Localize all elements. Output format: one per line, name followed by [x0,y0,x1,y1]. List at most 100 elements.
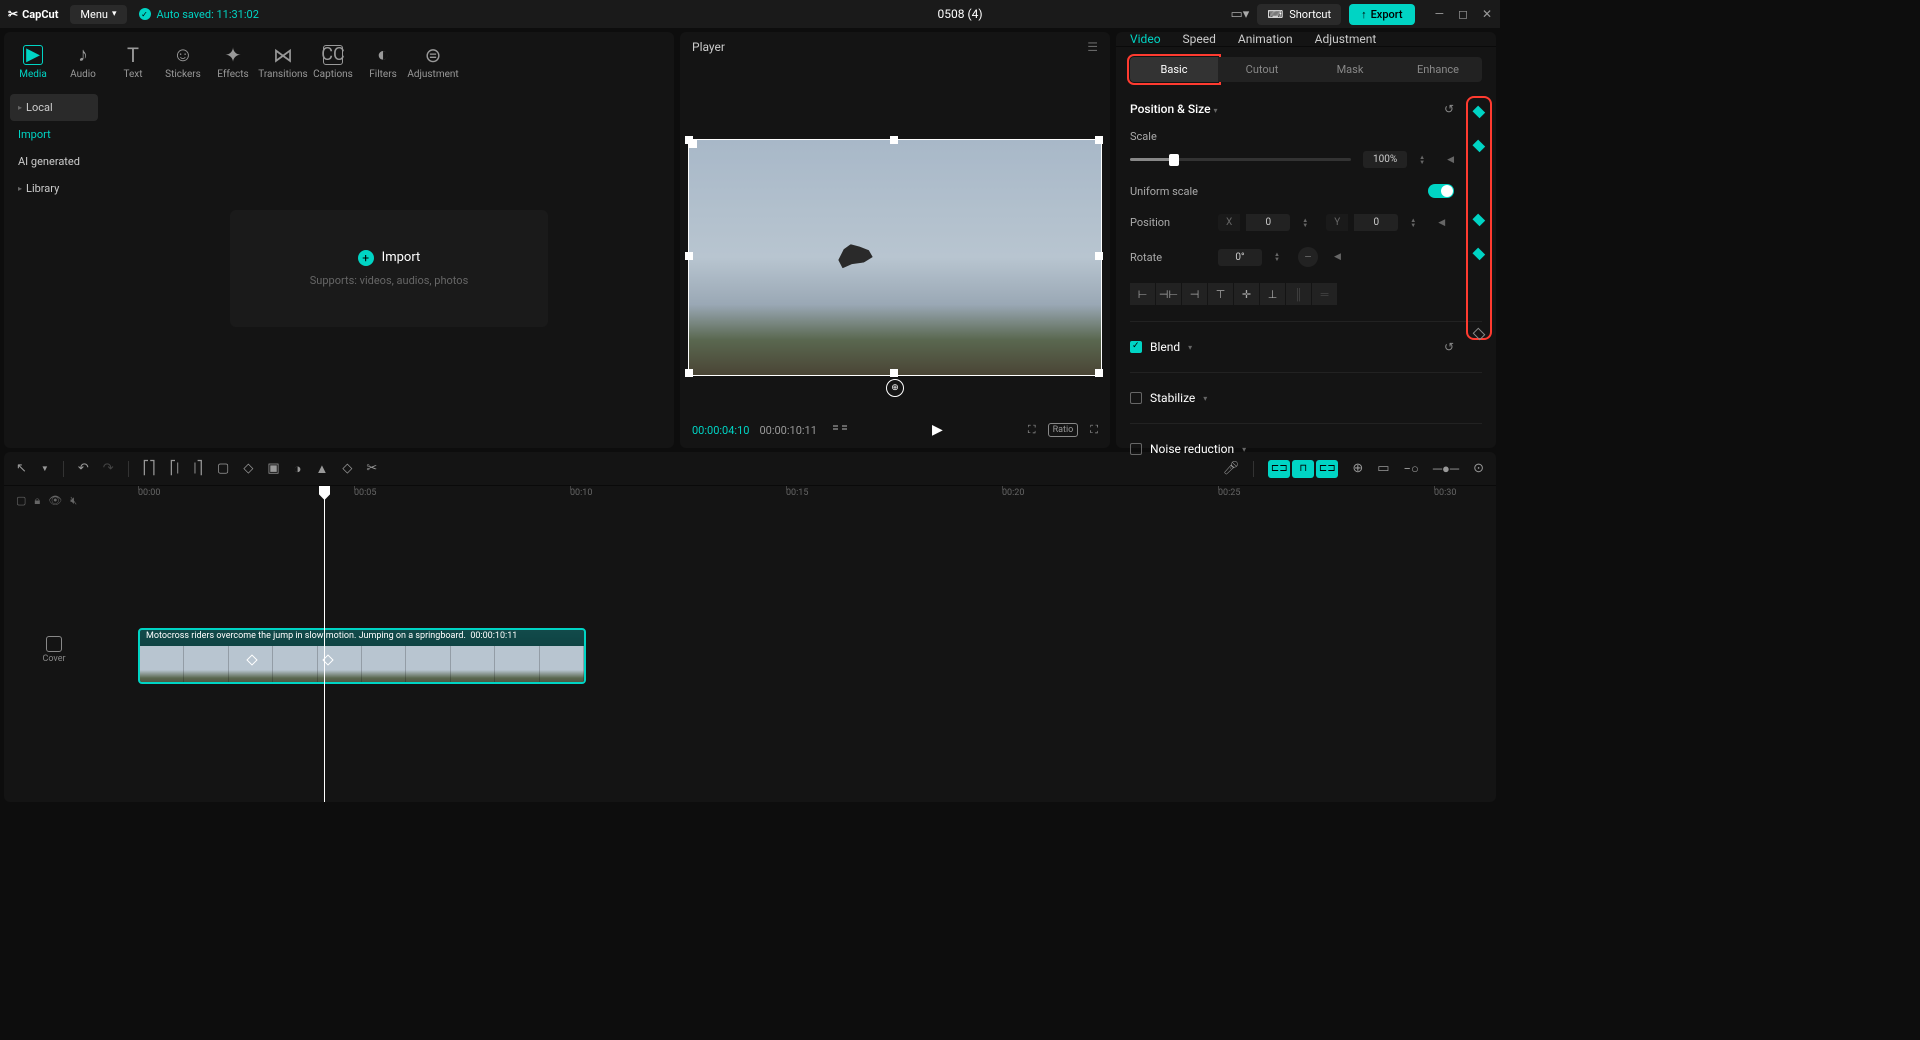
keyframe-scale[interactable] [1473,139,1485,151]
tab-text[interactable]: TText [108,36,158,88]
import-subtitle: Supports: videos, audios, photos [310,274,469,287]
close-button[interactable]: ✕ [1482,7,1492,21]
track-mute-icon[interactable]: 🔇︎ [70,494,77,508]
sub-tab-cutout[interactable]: Cutout [1218,57,1306,82]
redo-button[interactable]: ↷ [103,461,114,476]
distribute-h-button[interactable]: ║ [1286,283,1312,305]
mirror-button[interactable]: ▲ [315,461,328,477]
preview-content [830,234,876,273]
tab-audio[interactable]: ♪Audio [58,36,108,88]
shortcut-button[interactable]: Shortcut [1257,4,1341,25]
tab-transitions[interactable]: ⋈Transitions [258,36,308,88]
split-button[interactable]: ⎡⎤ [143,461,156,476]
uniform-scale-toggle[interactable] [1428,184,1454,198]
text-icon: T [123,45,143,65]
position-x-input[interactable]: X0 [1218,214,1290,231]
selection-dropdown-icon[interactable]: ▼ [41,464,49,473]
sidebar-item-local[interactable]: Local [10,94,98,121]
rotate-dial[interactable]: – [1298,247,1318,267]
play-button[interactable]: ▶ [932,422,943,438]
sidebar-item-ai-generated[interactable]: AI generated [4,148,104,175]
crop-button[interactable]: ✂ [366,461,377,476]
minimize-button[interactable]: — [1435,7,1444,21]
marker-button[interactable]: ◇ [243,461,253,476]
props-tab-video[interactable]: Video [1130,32,1161,46]
fullscreen-icon[interactable]: ⛶ [1090,423,1098,437]
pos-y-stepper[interactable]: ▲▼ [1410,218,1422,228]
scale-stepper[interactable]: ▲▼ [1419,155,1431,165]
split-right-button[interactable]: |⎤ [193,461,203,476]
noise-checkbox[interactable] [1130,443,1142,455]
maximize-button[interactable]: ◻ [1458,7,1468,21]
tab-filters[interactable]: ◐Filters [358,36,408,88]
tab-stickers[interactable]: ☺Stickers [158,36,208,88]
tab-adjustment[interactable]: ⊜Adjustment [408,36,458,88]
reset-blend-icon[interactable]: ↺ [1444,340,1454,354]
sub-tab-mask[interactable]: Mask [1306,57,1394,82]
rotate-stepper[interactable]: ▲▼ [1274,252,1286,262]
plus-icon: + [358,250,374,266]
distribute-v-button[interactable]: ═ [1312,283,1338,305]
sidebar-item-import[interactable]: Import [4,121,104,148]
timeline-ruler[interactable]: 00:00 00:05 00:10 00:15 00:20 00:25 00:3… [104,486,1496,506]
rotate-button[interactable]: ◇ [342,461,352,476]
reverse-button[interactable]: ◑ [294,461,302,477]
track-visibility-icon[interactable]: 👁 [48,494,62,508]
align-bottom-button[interactable]: ⊥ [1260,283,1286,305]
cover-button[interactable]: Cover [8,636,100,664]
scale-value[interactable]: 100% [1363,151,1407,168]
track-toggle-icon[interactable]: ▢ [16,494,26,508]
align-center-h-button[interactable]: ⊣⊢ [1156,283,1182,305]
align-right-button[interactable]: ⊣ [1182,283,1208,305]
scale-slider[interactable] [1130,158,1351,161]
kf-prev-icon[interactable]: ◀ [1447,155,1454,165]
player-menu-icon[interactable]: ☰ [1087,40,1098,54]
props-tab-adjustment[interactable]: Adjustment [1315,32,1377,46]
align-left-button[interactable]: ⊢ [1130,283,1156,305]
keyframe-rail-highlight [1468,98,1490,338]
rotate-value[interactable]: 0° [1218,249,1262,266]
pos-x-stepper[interactable]: ▲▼ [1302,218,1314,228]
delete-button[interactable]: ▢ [217,461,229,476]
stabilize-indicator-icon[interactable]: ⊕ [886,379,904,397]
sub-tab-enhance[interactable]: Enhance [1394,57,1482,82]
keyframe-position-size[interactable] [1473,106,1485,118]
position-y-input[interactable]: Y0 [1326,214,1398,231]
props-tab-animation[interactable]: Animation [1238,32,1293,46]
import-dropzone[interactable]: +Import Supports: videos, audios, photos [230,210,549,327]
stabilize-checkbox[interactable] [1130,392,1142,404]
keyframe-position[interactable] [1473,214,1485,226]
align-top-button[interactable]: ⊤ [1208,283,1234,305]
adjustment-icon: ⊜ [423,45,443,65]
menu-button[interactable]: Menu [70,5,126,24]
blend-checkbox[interactable] [1130,341,1142,353]
props-tab-speed[interactable]: Speed [1183,32,1216,46]
layout-icon[interactable]: ▭▾ [1231,7,1250,22]
media-panel: ▶Media ♪Audio TText ☺Stickers ✦Effects ⋈… [4,32,674,448]
freeze-button[interactable]: ▣ [267,461,279,476]
sub-tab-basic[interactable]: Basic [1130,57,1218,82]
tab-media[interactable]: ▶Media [8,36,58,88]
preview-frame[interactable]: ⊕ [688,139,1102,376]
kf-prev-pos-icon[interactable]: ◀ [1438,218,1445,228]
selection-tool-icon[interactable]: ↖ [16,461,27,476]
tab-effects[interactable]: ✦Effects [208,36,258,88]
total-time: 00:00:10:11 [759,424,816,437]
properties-panel: Video Speed Animation Adjustment Basic C… [1116,32,1496,448]
ratio-button[interactable]: Ratio [1048,423,1079,437]
tab-captions[interactable]: CCCaptions [308,36,358,88]
sidebar-item-library[interactable]: Library [4,175,104,202]
blend-label: Blend [1150,340,1180,354]
reset-position-size-icon[interactable]: ↺ [1444,102,1454,116]
kf-prev-rot-icon[interactable]: ◀ [1334,252,1341,262]
keyframe-rotate[interactable] [1473,247,1485,259]
video-clip[interactable]: Motocross riders overcome the jump in sl… [138,628,586,684]
align-center-v-button[interactable]: ✛ [1234,283,1260,305]
split-left-button[interactable]: ⎡| [170,461,180,476]
undo-button[interactable]: ↶ [78,461,89,476]
playhead[interactable] [324,486,325,802]
compare-icon[interactable] [833,425,847,435]
track-lock-icon[interactable]: 🔒︎ [34,494,40,508]
export-button[interactable]: Export [1349,4,1415,25]
scan-icon[interactable]: ⛶ [1028,423,1036,437]
